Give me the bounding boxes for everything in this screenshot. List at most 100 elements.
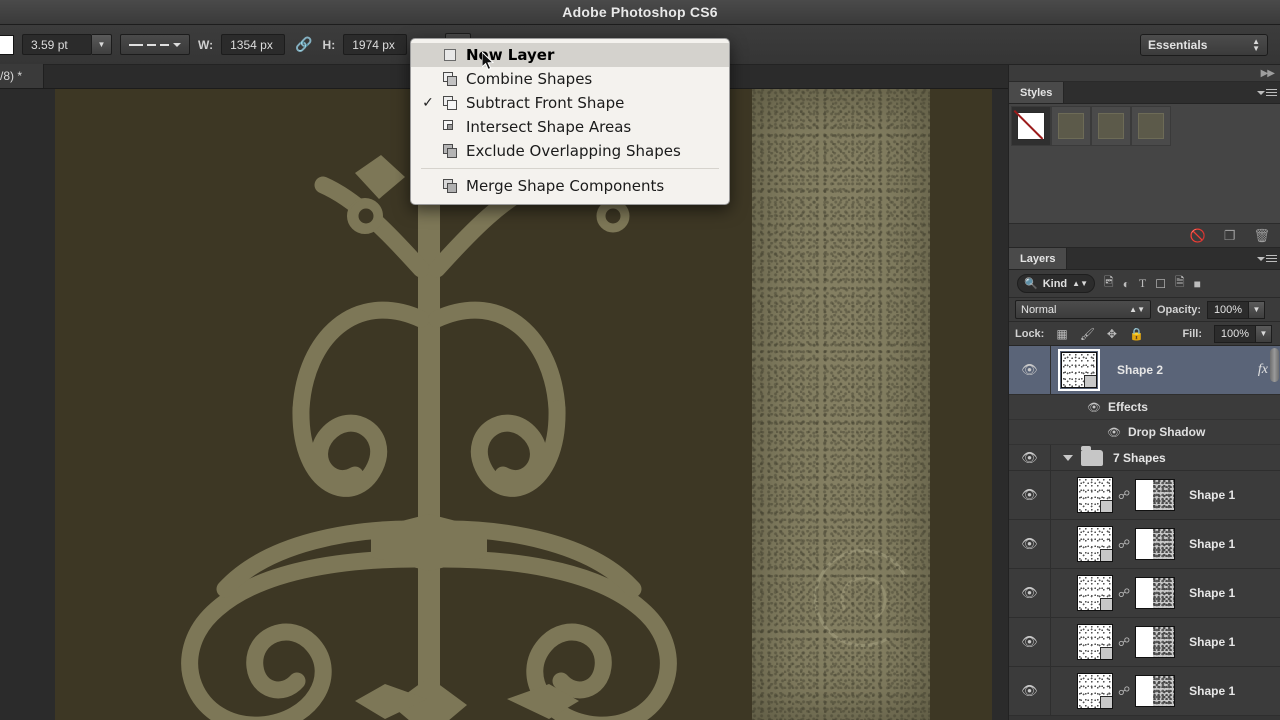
lock-all-icon[interactable]: 🔒	[1129, 327, 1144, 341]
style-swatch-none[interactable]	[1011, 106, 1051, 146]
chain-link-icon[interactable]: ☍	[1118, 635, 1130, 649]
stroke-dash-preset-select[interactable]	[120, 34, 190, 55]
stroke-color-swatch[interactable]	[0, 34, 14, 55]
collapse-panels-icon[interactable]: ▶▶	[1261, 68, 1275, 79]
chain-link-icon[interactable]: ☍	[1118, 537, 1130, 551]
vector-mask-thumbnail[interactable]	[1135, 528, 1176, 560]
table-row[interactable]: 👁 ☍ Shape 1	[1009, 520, 1280, 569]
type-filter-icon[interactable]: T	[1139, 276, 1146, 291]
menu-item-new-layer[interactable]: New Layer	[411, 43, 729, 67]
layer-effects-row[interactable]: 👁 Effects	[1009, 395, 1280, 420]
drop-shadow-row[interactable]: 👁 Drop Shadow	[1009, 420, 1280, 445]
smart-object-filter-icon[interactable]: 🗎	[1175, 273, 1185, 294]
chain-link-icon[interactable]: ☍	[1118, 586, 1130, 600]
vector-mask-thumbnail[interactable]	[1135, 626, 1176, 658]
fill-dropdown-arrow[interactable]: ▼	[1256, 324, 1272, 343]
fill-control[interactable]: 100% ▼	[1214, 324, 1272, 343]
layer-visibility-toggle[interactable]: 👁	[1009, 618, 1051, 666]
table-row[interactable]: 👁 ☍ Shape 1	[1009, 667, 1280, 716]
styles-panel-body[interactable]	[1009, 104, 1280, 224]
shape-thumbnail[interactable]	[1077, 624, 1113, 660]
table-row[interactable]: 👁 ☍ Shape 1	[1009, 471, 1280, 520]
shape-thumbnail[interactable]	[1077, 575, 1113, 611]
stroke-width-input[interactable]: 3.59 pt	[22, 34, 92, 55]
path-operations-context-menu[interactable]: New Layer Combine Shapes ✓ Subtract Fron…	[410, 38, 730, 205]
layer-thumbnail-wrap[interactable]	[1077, 526, 1113, 562]
stepper-icon: ▲▼	[1252, 36, 1260, 53]
stroke-width-dropdown-arrow[interactable]: ▼	[92, 34, 112, 55]
layer-visibility-toggle[interactable]: 👁	[1009, 471, 1051, 519]
blend-mode-value: Normal	[1021, 303, 1057, 316]
layer-thumbnail-wrap[interactable]	[1077, 575, 1113, 611]
height-input[interactable]: 1974 px	[343, 34, 408, 55]
table-row[interactable]: 👁 ☍ Shape 1	[1009, 569, 1280, 618]
shape-thumbnail[interactable]	[1077, 477, 1113, 513]
shape-thumbnail[interactable]	[1077, 673, 1113, 709]
vector-mask-thumbnail[interactable]	[1135, 577, 1176, 609]
menu-item-subtract-front-shape[interactable]: ✓ Subtract Front Shape	[411, 91, 729, 115]
style-swatch-2[interactable]	[1091, 106, 1131, 146]
lock-transparent-pixels-icon[interactable]: ▦	[1056, 327, 1067, 341]
workspace-switcher[interactable]: Essentials ▲ ▼	[1140, 33, 1268, 56]
fill-value[interactable]: 100%	[1214, 324, 1256, 343]
layer-visibility-toggle[interactable]: 👁	[1009, 667, 1051, 715]
triangle-down-icon[interactable]	[1063, 454, 1073, 461]
shape-thumbnail[interactable]	[1058, 349, 1100, 391]
layer-effects-icon[interactable]: fx	[1258, 362, 1268, 378]
lock-image-pixels-icon[interactable]: 🖌	[1080, 327, 1095, 341]
document-tab[interactable]: /8) *	[0, 64, 44, 88]
shape-thumbnail[interactable]	[1077, 526, 1113, 562]
new-style-icon[interactable]: ❐	[1224, 228, 1236, 244]
lock-position-icon[interactable]: ✥	[1107, 327, 1117, 341]
group-visibility-toggle[interactable]: 👁	[1009, 444, 1051, 471]
blend-mode-select[interactable]: Normal ▲▼	[1015, 300, 1151, 319]
opacity-control[interactable]: 100% ▼	[1207, 300, 1266, 319]
adjustment-filter-icon[interactable]: ◐	[1123, 277, 1130, 291]
style-swatch-3[interactable]	[1131, 106, 1171, 146]
vector-mask-thumbnail[interactable]	[1135, 675, 1176, 707]
layer-thumbnail-wrap[interactable]	[1077, 477, 1113, 513]
layer-filter-kind-select[interactable]: 🔍 Kind ▲▼	[1017, 274, 1095, 293]
layer-list[interactable]: 👁 Shape 2 fx 👁 Effects 👁 Drop Shadow 👁 7…	[1009, 346, 1280, 716]
link-icon[interactable]: 🔗	[293, 36, 314, 53]
chain-link-icon[interactable]: ☍	[1118, 684, 1130, 698]
opacity-dropdown-arrow[interactable]: ▼	[1249, 300, 1266, 319]
layer-name: Shape 2	[1117, 363, 1164, 377]
layer-thumbnail-wrap[interactable]	[1077, 673, 1113, 709]
stroke-width-combo[interactable]: 3.59 pt ▼	[22, 34, 112, 55]
table-row[interactable]: 👁 ☍ Shape 1	[1009, 618, 1280, 667]
layer-thumbnail-wrap[interactable]	[1077, 624, 1113, 660]
eye-icon[interactable]: 👁	[1107, 426, 1121, 439]
eye-icon[interactable]: 👁	[1087, 401, 1101, 414]
layer-thumbnail-wrap[interactable]	[1058, 349, 1100, 391]
shape-filter-icon[interactable]: ☐	[1155, 277, 1166, 291]
delete-style-icon[interactable]: 🗑	[1253, 228, 1270, 244]
menu-item-exclude-overlapping-shapes[interactable]: Exclude Overlapping Shapes	[411, 139, 729, 163]
layer-visibility-toggle[interactable]: 👁	[1009, 520, 1051, 568]
clear-style-icon[interactable]: 🚫	[1190, 228, 1206, 244]
stepper-icon: ▲▼	[1129, 305, 1145, 314]
tab-layers[interactable]: Layers	[1009, 248, 1068, 269]
menu-item-combine-shapes[interactable]: Combine Shapes	[411, 67, 729, 91]
no-style-icon	[1017, 112, 1045, 140]
style-swatch-1[interactable]	[1051, 106, 1091, 146]
menu-item-intersect-shape-areas[interactable]: Intersect Shape Areas	[411, 115, 729, 139]
tab-styles[interactable]: Styles	[1009, 82, 1065, 103]
opacity-value[interactable]: 100%	[1207, 300, 1250, 319]
layers-panel-menu-button[interactable]	[1257, 252, 1277, 265]
menu-item-merge-shape-components[interactable]: Merge Shape Components	[411, 174, 729, 198]
dock-collapse-bar[interactable]: ▶▶	[1009, 65, 1280, 82]
image-filter-icon[interactable]: 🖻	[1104, 273, 1114, 294]
menu-item-label: Subtract Front Shape	[466, 94, 625, 112]
styles-panel-menu-button[interactable]	[1257, 86, 1277, 99]
chain-link-icon[interactable]: ☍	[1118, 488, 1130, 502]
vector-mask-thumbnail[interactable]	[1135, 479, 1176, 511]
table-row[interactable]: 👁 Shape 2 fx	[1009, 346, 1280, 395]
layer-group-row[interactable]: 👁 7 Shapes	[1009, 444, 1280, 471]
layers-scrollbar-thumb[interactable]	[1270, 348, 1279, 382]
layer-visibility-toggle[interactable]: 👁	[1009, 569, 1051, 617]
check-icon: ✓	[422, 95, 434, 111]
layer-visibility-toggle[interactable]: 👁	[1009, 346, 1051, 394]
filter-toggle-icon[interactable]: ■	[1194, 277, 1201, 291]
width-input[interactable]: 1354 px	[221, 34, 286, 55]
